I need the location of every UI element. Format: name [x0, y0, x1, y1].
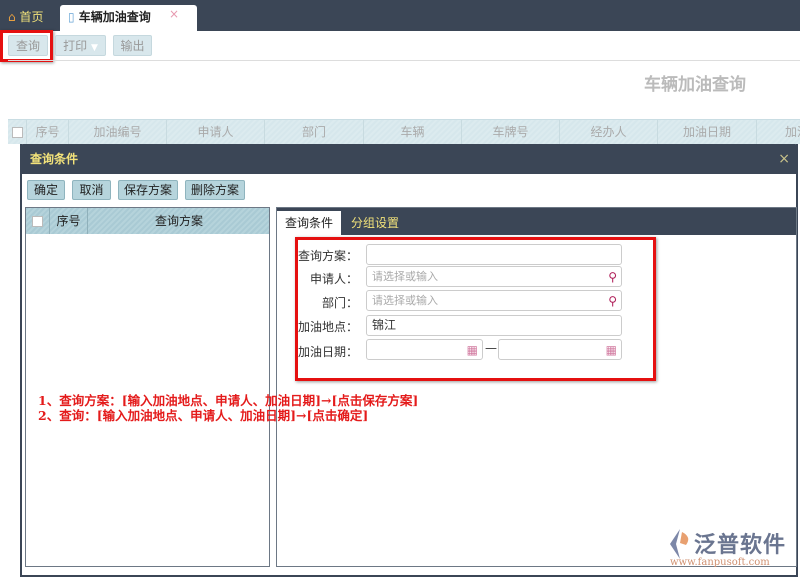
- print-button[interactable]: 打印 ▼: [55, 35, 106, 56]
- home-icon: ⌂: [8, 10, 16, 24]
- dialog-header: 查询条件×: [20, 144, 798, 174]
- col-header[interactable]: 序号: [27, 120, 69, 144]
- tab-home[interactable]: ⌂ 首页: [8, 5, 43, 31]
- highlight-box: [0, 30, 53, 62]
- tab-vehicle-fuel-query[interactable]: ▯ 车辆加油查询×: [60, 5, 197, 31]
- page-title: 车辆加油查询: [620, 70, 770, 95]
- logo-mark-icon: [668, 529, 692, 559]
- cancel-button[interactable]: 取消: [72, 180, 111, 200]
- col-header[interactable]: 查询方案: [88, 208, 270, 234]
- col-header[interactable]: 部门: [265, 120, 364, 144]
- col-header[interactable]: 加油: [757, 120, 800, 144]
- scheme-list-panel: 序号 查询方案: [25, 207, 270, 567]
- col-header[interactable]: 序号: [50, 208, 88, 234]
- col-header[interactable]: 申请人: [167, 120, 265, 144]
- document-icon: ▯: [68, 10, 75, 24]
- close-tab-icon[interactable]: ×: [169, 2, 179, 26]
- dropdown-arrow-icon: ▼: [91, 43, 98, 53]
- fanpusoft-logo: 泛普软件 www.fanpusoft.com: [660, 527, 795, 571]
- col-header[interactable]: 加油编号: [69, 120, 167, 144]
- select-all-checkbox[interactable]: [26, 208, 50, 234]
- divider: [8, 60, 800, 61]
- annotation-line: 2、查询：[输入加油地点、申请人、加油日期]→[点击确定]: [38, 405, 368, 424]
- highlight-box: [295, 237, 656, 381]
- delete-scheme-button[interactable]: 删除方案: [185, 180, 245, 200]
- save-scheme-button[interactable]: 保存方案: [118, 180, 178, 200]
- tab-bar: ⌂ 首页 ▯ 车辆加油查询×: [0, 0, 800, 31]
- ok-button[interactable]: 确定: [27, 180, 65, 200]
- col-header[interactable]: 经办人: [560, 120, 658, 144]
- close-icon[interactable]: ×: [778, 144, 790, 174]
- col-header[interactable]: 车牌号: [462, 120, 560, 144]
- col-header[interactable]: 加油日期: [658, 120, 757, 144]
- export-button[interactable]: 输出: [113, 35, 152, 56]
- col-header[interactable]: 车辆: [364, 120, 462, 144]
- tab-group-settings[interactable]: 分组设置: [343, 211, 407, 235]
- grid-header: 序号 加油编号 申请人 部门 车辆 车牌号 经办人 加油日期 加油: [8, 119, 800, 144]
- select-all-checkbox[interactable]: [8, 120, 27, 144]
- tab-query-conditions[interactable]: 查询条件: [277, 211, 341, 235]
